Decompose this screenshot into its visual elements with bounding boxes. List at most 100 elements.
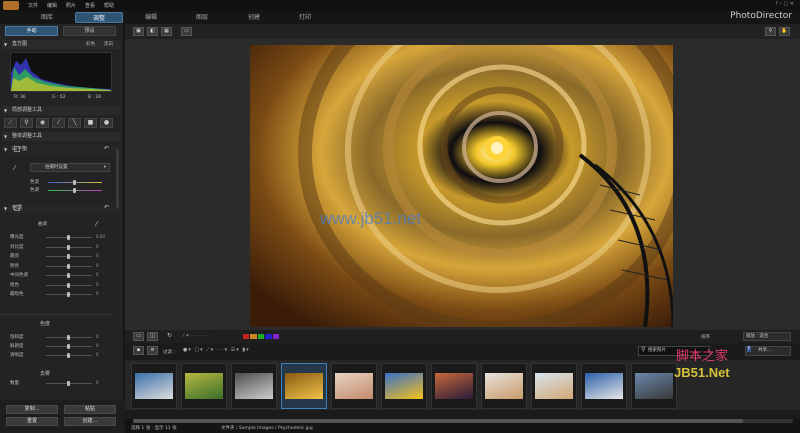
menu-help[interactable]: 帮助 [104,2,114,9]
slider-knob[interactable] [67,254,70,259]
tab-print[interactable]: 打印 [281,12,329,23]
tab-create[interactable]: 创建 [230,12,278,23]
tone-eyedropper-icon[interactable]: ⁄ [96,220,97,228]
wb-preset-select[interactable]: 拍摄时设置 ▾ [30,163,110,172]
adjust-slider[interactable] [46,263,92,269]
slider-knob[interactable] [67,263,70,269]
reset-wb-icon[interactable]: ↶ [104,145,109,152]
brand-title: PhotoDirector [730,11,792,21]
zoom-select[interactable]: 缩放 : 适合 [743,332,791,341]
label-green-icon[interactable] [257,334,265,339]
filmstrip-compare-icon[interactable]: ◫ [147,332,158,341]
hand-tool-icon[interactable]: ✋ [779,27,790,36]
hist-mode-color[interactable]: 彩色 [86,41,95,47]
adjust-slider[interactable] [46,235,92,240]
list-view-icon[interactable]: ≡ [147,346,158,355]
rating-stars[interactable]: ⁄ ✦ · · · · · · [183,333,209,339]
slider-knob[interactable] [67,381,70,386]
paste-button[interactable]: 粘贴 [64,405,116,414]
slider-knob[interactable] [67,235,70,240]
filmstrip-thumbnail[interactable] [181,363,227,409]
global-tools-header[interactable]: 整体调整工具 [2,132,120,141]
create-button[interactable]: 创建... [64,417,116,426]
slider-value: 0 [96,281,99,287]
tab-layers[interactable]: 图层 [178,12,226,23]
region-tools-header[interactable]: 局部调整工具 [2,106,120,115]
compare-view-icon[interactable]: ◧ [147,27,158,36]
single-view-icon[interactable]: ▣ [133,27,144,36]
eyedropper-icon[interactable]: ⁄ [14,164,15,172]
filmstrip-thumbnail[interactable] [381,363,427,409]
adjust-slider[interactable] [46,353,92,358]
slider-knob[interactable] [67,353,70,358]
adjust-slider[interactable] [46,254,92,259]
menu-file[interactable]: 文件 [28,2,38,9]
label-orange-icon[interactable] [250,334,257,339]
histogram-header[interactable]: 直方图 [2,40,120,49]
filmstrip-thumbnail[interactable] [531,363,577,409]
filmstrip-thumbnail[interactable] [581,363,627,409]
filmstrip-scrollbar[interactable] [133,419,793,423]
tab-library[interactable]: 图库 [23,12,71,23]
filter-options[interactable]: ●▾ ▢▾ ⟋▾ ···▾ ☰▾ ▮▾ [183,347,301,355]
slider-knob[interactable] [67,273,70,278]
panel-scrollbar[interactable] [116,149,119,209]
grid-view-icon[interactable]: ▦ [161,27,172,36]
wb-tint-slider[interactable] [48,188,102,193]
filmstrip-thumbnail[interactable] [281,363,327,409]
slider-label: 曝光度 [10,235,24,240]
adjust-slider[interactable] [46,282,92,288]
filmstrip-single-icon[interactable]: ▭ [133,332,144,341]
app-logo-icon [3,1,19,10]
color-labels[interactable] [243,334,280,339]
sort-label[interactable]: 排序 [701,334,710,340]
slider-knob[interactable] [67,282,70,288]
filmstrip-thumbnail[interactable] [231,363,277,409]
slider-knob[interactable] [67,292,70,297]
thumb-view-icon[interactable]: ▪ [133,346,144,355]
tone-checkbox[interactable] [14,205,20,211]
slider-knob[interactable] [67,344,70,349]
label-purple-icon[interactable] [272,334,280,339]
reset-tone-icon[interactable]: ↶ [104,204,109,211]
adjust-slider[interactable] [46,273,92,278]
filmstrip-thumbnail[interactable] [131,363,177,409]
adjust-slider[interactable] [46,335,92,340]
adjust-slider[interactable] [46,381,92,386]
radial-tool-icon[interactable]: ● [100,118,113,128]
tab-manual[interactable]: 手动 [5,26,58,36]
slider-knob[interactable] [67,244,70,250]
gradient-tool-icon[interactable]: ╲ [68,118,81,128]
filmstrip-thumbnail[interactable] [431,363,477,409]
white-balance-checkbox[interactable] [14,146,20,152]
second-monitor-icon[interactable]: ▭ [181,27,192,36]
zoom-icon[interactable]: ⚲ [765,27,776,36]
redeye-tool-icon[interactable]: ⚲ [20,118,33,128]
rect-tool-icon[interactable]: ■ [84,118,97,128]
filmstrip-thumbnail[interactable] [331,363,377,409]
adjust-slider[interactable] [46,244,92,250]
slider-knob[interactable] [67,335,70,340]
brush-tool-icon[interactable]: ⁄ [52,118,65,128]
menu-view[interactable]: 查看 [85,2,95,9]
filmstrip-thumbnail[interactable] [481,363,527,409]
divider [0,314,113,315]
menu-edit[interactable]: 编辑 [47,2,57,9]
adjust-slider[interactable] [46,292,92,297]
copy-button[interactable]: 复制... [6,405,58,414]
reset-button[interactable]: 重置 [6,417,58,426]
window-controls[interactable]: ? – ▢ ✕ [775,1,794,7]
label-red-icon[interactable] [243,334,250,339]
hist-mode-bw[interactable]: 黑白 [104,41,113,47]
tab-edit[interactable]: 编辑 [127,12,175,23]
eye-tool-icon[interactable]: ◉ [36,118,49,128]
menu-photo[interactable]: 照片 [66,2,76,9]
label-blue-icon[interactable] [265,334,272,339]
wb-temp-slider[interactable] [48,180,102,185]
tab-presets[interactable]: 预设 [63,26,116,36]
adjust-slider[interactable] [46,344,92,349]
rotate-icon[interactable]: ↻ [167,332,172,339]
chevron-down-icon: ▾ [103,165,106,170]
crop-tool-icon[interactable]: ⟋ [4,118,17,128]
tab-adjust[interactable]: 调整 [75,12,123,23]
